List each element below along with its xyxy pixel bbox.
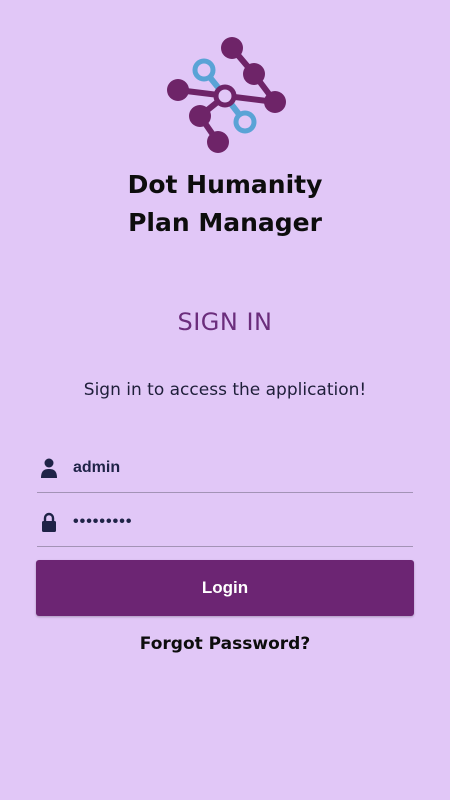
app-title-line-2: Plan Manager — [128, 208, 322, 237]
password-input[interactable] — [73, 507, 413, 537]
login-button[interactable]: Login — [36, 560, 414, 616]
signin-subtitle: Sign in to access the application! — [83, 380, 367, 400]
signin-heading: SIGN IN — [177, 308, 273, 336]
user-icon — [39, 457, 59, 479]
app-logo — [160, 34, 290, 160]
app-title-line-1: Dot Humanity — [127, 170, 323, 199]
lock-icon — [39, 511, 59, 533]
app-title: Dot Humanity Plan Manager — [0, 166, 450, 242]
username-field — [37, 444, 413, 493]
forgot-password-link[interactable]: Forgot Password? — [0, 634, 450, 654]
username-input[interactable] — [73, 453, 413, 483]
network-nodes-logo-icon — [167, 37, 286, 153]
password-field — [37, 498, 413, 547]
